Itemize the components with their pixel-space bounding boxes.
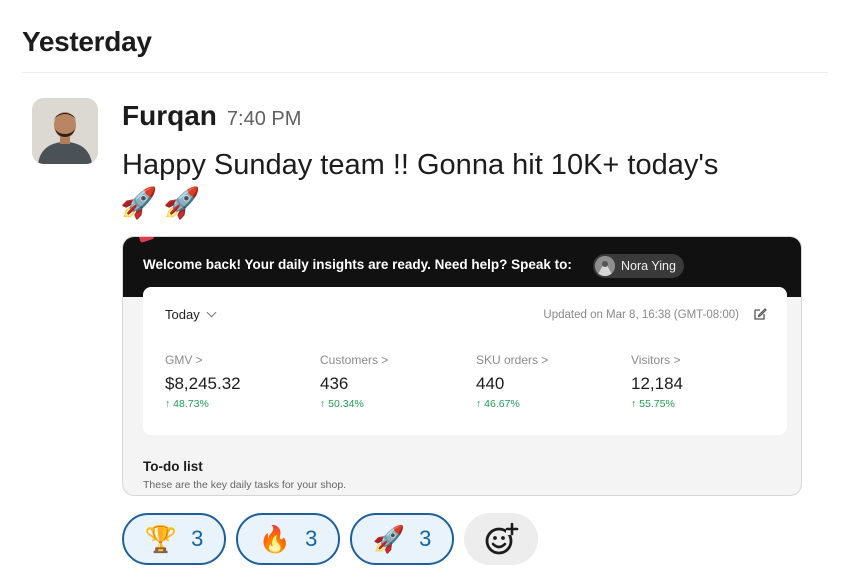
rocket-icon: 🚀 (372, 524, 406, 554)
metric-value: 12,184 (631, 374, 683, 393)
edit-icon (754, 308, 767, 320)
add-reaction-button[interactable] (464, 513, 538, 565)
dashboard-panel: Today Updated on Mar 8, 16:38 (GMT-08:00… (143, 287, 787, 435)
rocket-icon: 🚀 (120, 187, 158, 220)
message-timestamp[interactable]: 7:40 PM (227, 108, 301, 131)
updated-timestamp: Updated on Mar 8, 16:38 (GMT-08:00) (543, 309, 739, 321)
metric-value: 440 (476, 374, 505, 393)
metric-change: ↑ 46.67% (476, 398, 520, 410)
reaction-trophy[interactable]: 🏆 3 (122, 513, 226, 565)
banner-accent-shape (137, 237, 155, 243)
metric-visitors: Visitors > 12,184 ↑ 55.75% (631, 353, 683, 410)
metric-sku-orders: SKU orders > 440 ↑ 46.67% (476, 353, 548, 410)
user-avatar-icon (32, 98, 98, 164)
add-emoji-icon (485, 522, 519, 555)
day-divider-line (22, 72, 828, 73)
author-name[interactable]: Furqan (122, 100, 217, 132)
metric-customers: Customers > 436 ↑ 50.34% (320, 353, 388, 410)
rocket-icon: 🚀 (163, 187, 201, 220)
date-range-value: Today (165, 307, 200, 322)
metric-value: $8,245.32 (165, 374, 241, 393)
day-divider-label: Yesterday (22, 26, 152, 57)
todo-title: To-do list (143, 459, 203, 474)
metric-change: ↑ 50.34% (320, 398, 364, 410)
reaction-count: 3 (419, 526, 432, 551)
contact-avatar-icon (595, 256, 615, 276)
metric-label: Visitors > (631, 353, 681, 367)
metric-label: GMV > (165, 353, 203, 367)
reaction-rocket[interactable]: 🚀 3 (350, 513, 454, 565)
contact-chip: Nora Ying (593, 254, 684, 278)
message-emojis: 🚀 🚀 (120, 184, 201, 224)
metric-value: 436 (320, 374, 349, 393)
banner-text: Welcome back! Your daily insights are re… (143, 257, 572, 272)
trophy-icon: 🏆 (144, 524, 178, 554)
reaction-count: 3 (305, 526, 318, 551)
chevron-down-icon (206, 307, 217, 318)
reaction-fire[interactable]: 🔥 3 (236, 513, 340, 565)
metric-change: ↑ 48.73% (165, 398, 209, 410)
todo-subtitle: These are the key daily tasks for your s… (143, 479, 347, 491)
reactions-bar: 🏆 3 🔥 3 🚀 3 (122, 513, 538, 565)
message-text: Happy Sunday team !! Gonna hit 10K+ toda… (122, 149, 719, 181)
date-range-select: Today (165, 307, 217, 322)
contact-name: Nora Ying (621, 259, 676, 273)
metric-change: ↑ 55.75% (631, 398, 675, 410)
reaction-count: 3 (191, 526, 204, 551)
avatar[interactable] (32, 98, 98, 164)
metric-gmv: GMV > $8,245.32 ↑ 48.73% (165, 353, 241, 410)
metric-label: SKU orders > (476, 353, 549, 367)
metric-label: Customers > (320, 353, 389, 367)
fire-icon: 🔥 (258, 524, 292, 554)
image-attachment[interactable]: Welcome back! Your daily insights are re… (122, 236, 802, 496)
